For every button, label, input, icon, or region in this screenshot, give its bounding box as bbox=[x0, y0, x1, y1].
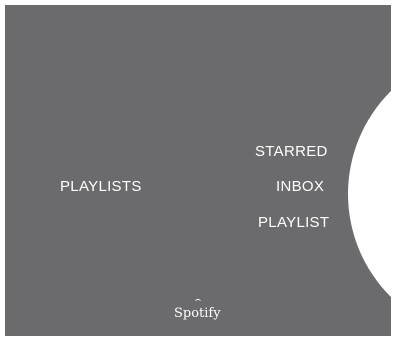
round-disc-icon[interactable] bbox=[348, 49, 391, 336]
playlist-menu-item[interactable]: PLAYLIST bbox=[258, 214, 329, 231]
playlists-nav-item[interactable]: PLAYLISTS bbox=[60, 178, 142, 195]
spotify-logo: Spotify bbox=[174, 299, 221, 325]
brand-name: Spotify bbox=[174, 306, 221, 321]
starred-menu-item[interactable]: STARRED bbox=[255, 143, 328, 160]
inbox-menu-item[interactable]: INBOX bbox=[276, 178, 324, 195]
logo-wave-icon bbox=[195, 299, 201, 304]
app-panel: PLAYLISTS STARRED INBOX PLAYLIST Spotify bbox=[5, 5, 391, 336]
